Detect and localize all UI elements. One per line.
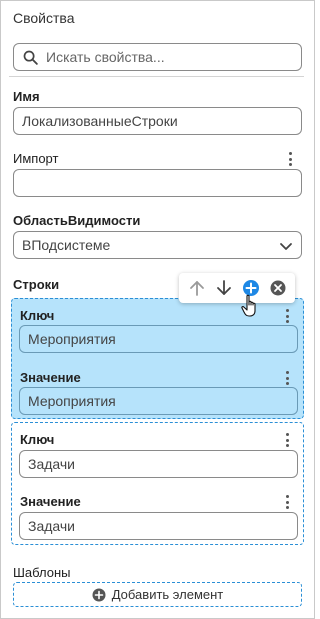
plus-circle-icon — [242, 280, 259, 296]
name-label: Имя — [13, 89, 40, 104]
move-up-button[interactable] — [186, 277, 208, 299]
add-element-button[interactable]: Добавить элемент — [13, 582, 302, 607]
scope-label: ОбластьВидимости — [13, 213, 141, 228]
search-icon — [23, 50, 38, 65]
value-field[interactable]: Задачи — [19, 512, 298, 540]
strings-label: Строки — [13, 277, 60, 292]
item-toolbar — [179, 273, 295, 303]
scope-select[interactable]: ВПодсистеме — [13, 231, 302, 259]
key-more-icon[interactable] — [282, 308, 292, 324]
chevron-down-icon — [280, 243, 292, 250]
properties-panel: Свойства Имя ЛокализованныеСтроки Импорт… — [0, 0, 315, 619]
arrow-down-icon — [216, 280, 231, 295]
value-label: Значение — [20, 370, 81, 385]
plus-circle-icon — [92, 588, 106, 601]
import-field[interactable] — [13, 169, 302, 197]
panel-title: Свойства — [13, 10, 75, 26]
scope-value: ВПодсистеме — [22, 237, 111, 253]
strings-item[interactable]: Ключ Мероприятия Значение Мероприятия — [11, 298, 304, 419]
name-field[interactable]: ЛокализованныеСтроки — [13, 107, 302, 135]
arrow-up-icon — [189, 281, 204, 296]
value-more-icon[interactable] — [282, 494, 292, 510]
move-down-button[interactable] — [213, 277, 235, 299]
add-element-label: Добавить элемент — [111, 587, 224, 602]
key-field[interactable]: Задачи — [19, 450, 298, 478]
templates-label: Шаблоны — [13, 565, 71, 580]
import-more-icon[interactable] — [285, 151, 295, 167]
add-item-button[interactable] — [240, 277, 262, 299]
key-label: Ключ — [20, 432, 55, 447]
key-field[interactable]: Мероприятия — [19, 325, 298, 353]
import-label: Импорт — [13, 151, 59, 166]
key-label: Ключ — [20, 308, 55, 323]
remove-item-button[interactable] — [267, 277, 289, 299]
strings-item[interactable]: Ключ Задачи Значение Задачи — [11, 422, 304, 545]
value-more-icon[interactable] — [282, 370, 292, 386]
search-box[interactable] — [13, 43, 302, 71]
divider — [9, 76, 304, 77]
search-input[interactable] — [46, 49, 286, 65]
value-field[interactable]: Мероприятия — [19, 387, 298, 415]
close-circle-icon — [270, 280, 285, 296]
key-more-icon[interactable] — [282, 432, 292, 448]
value-label: Значение — [20, 494, 81, 509]
